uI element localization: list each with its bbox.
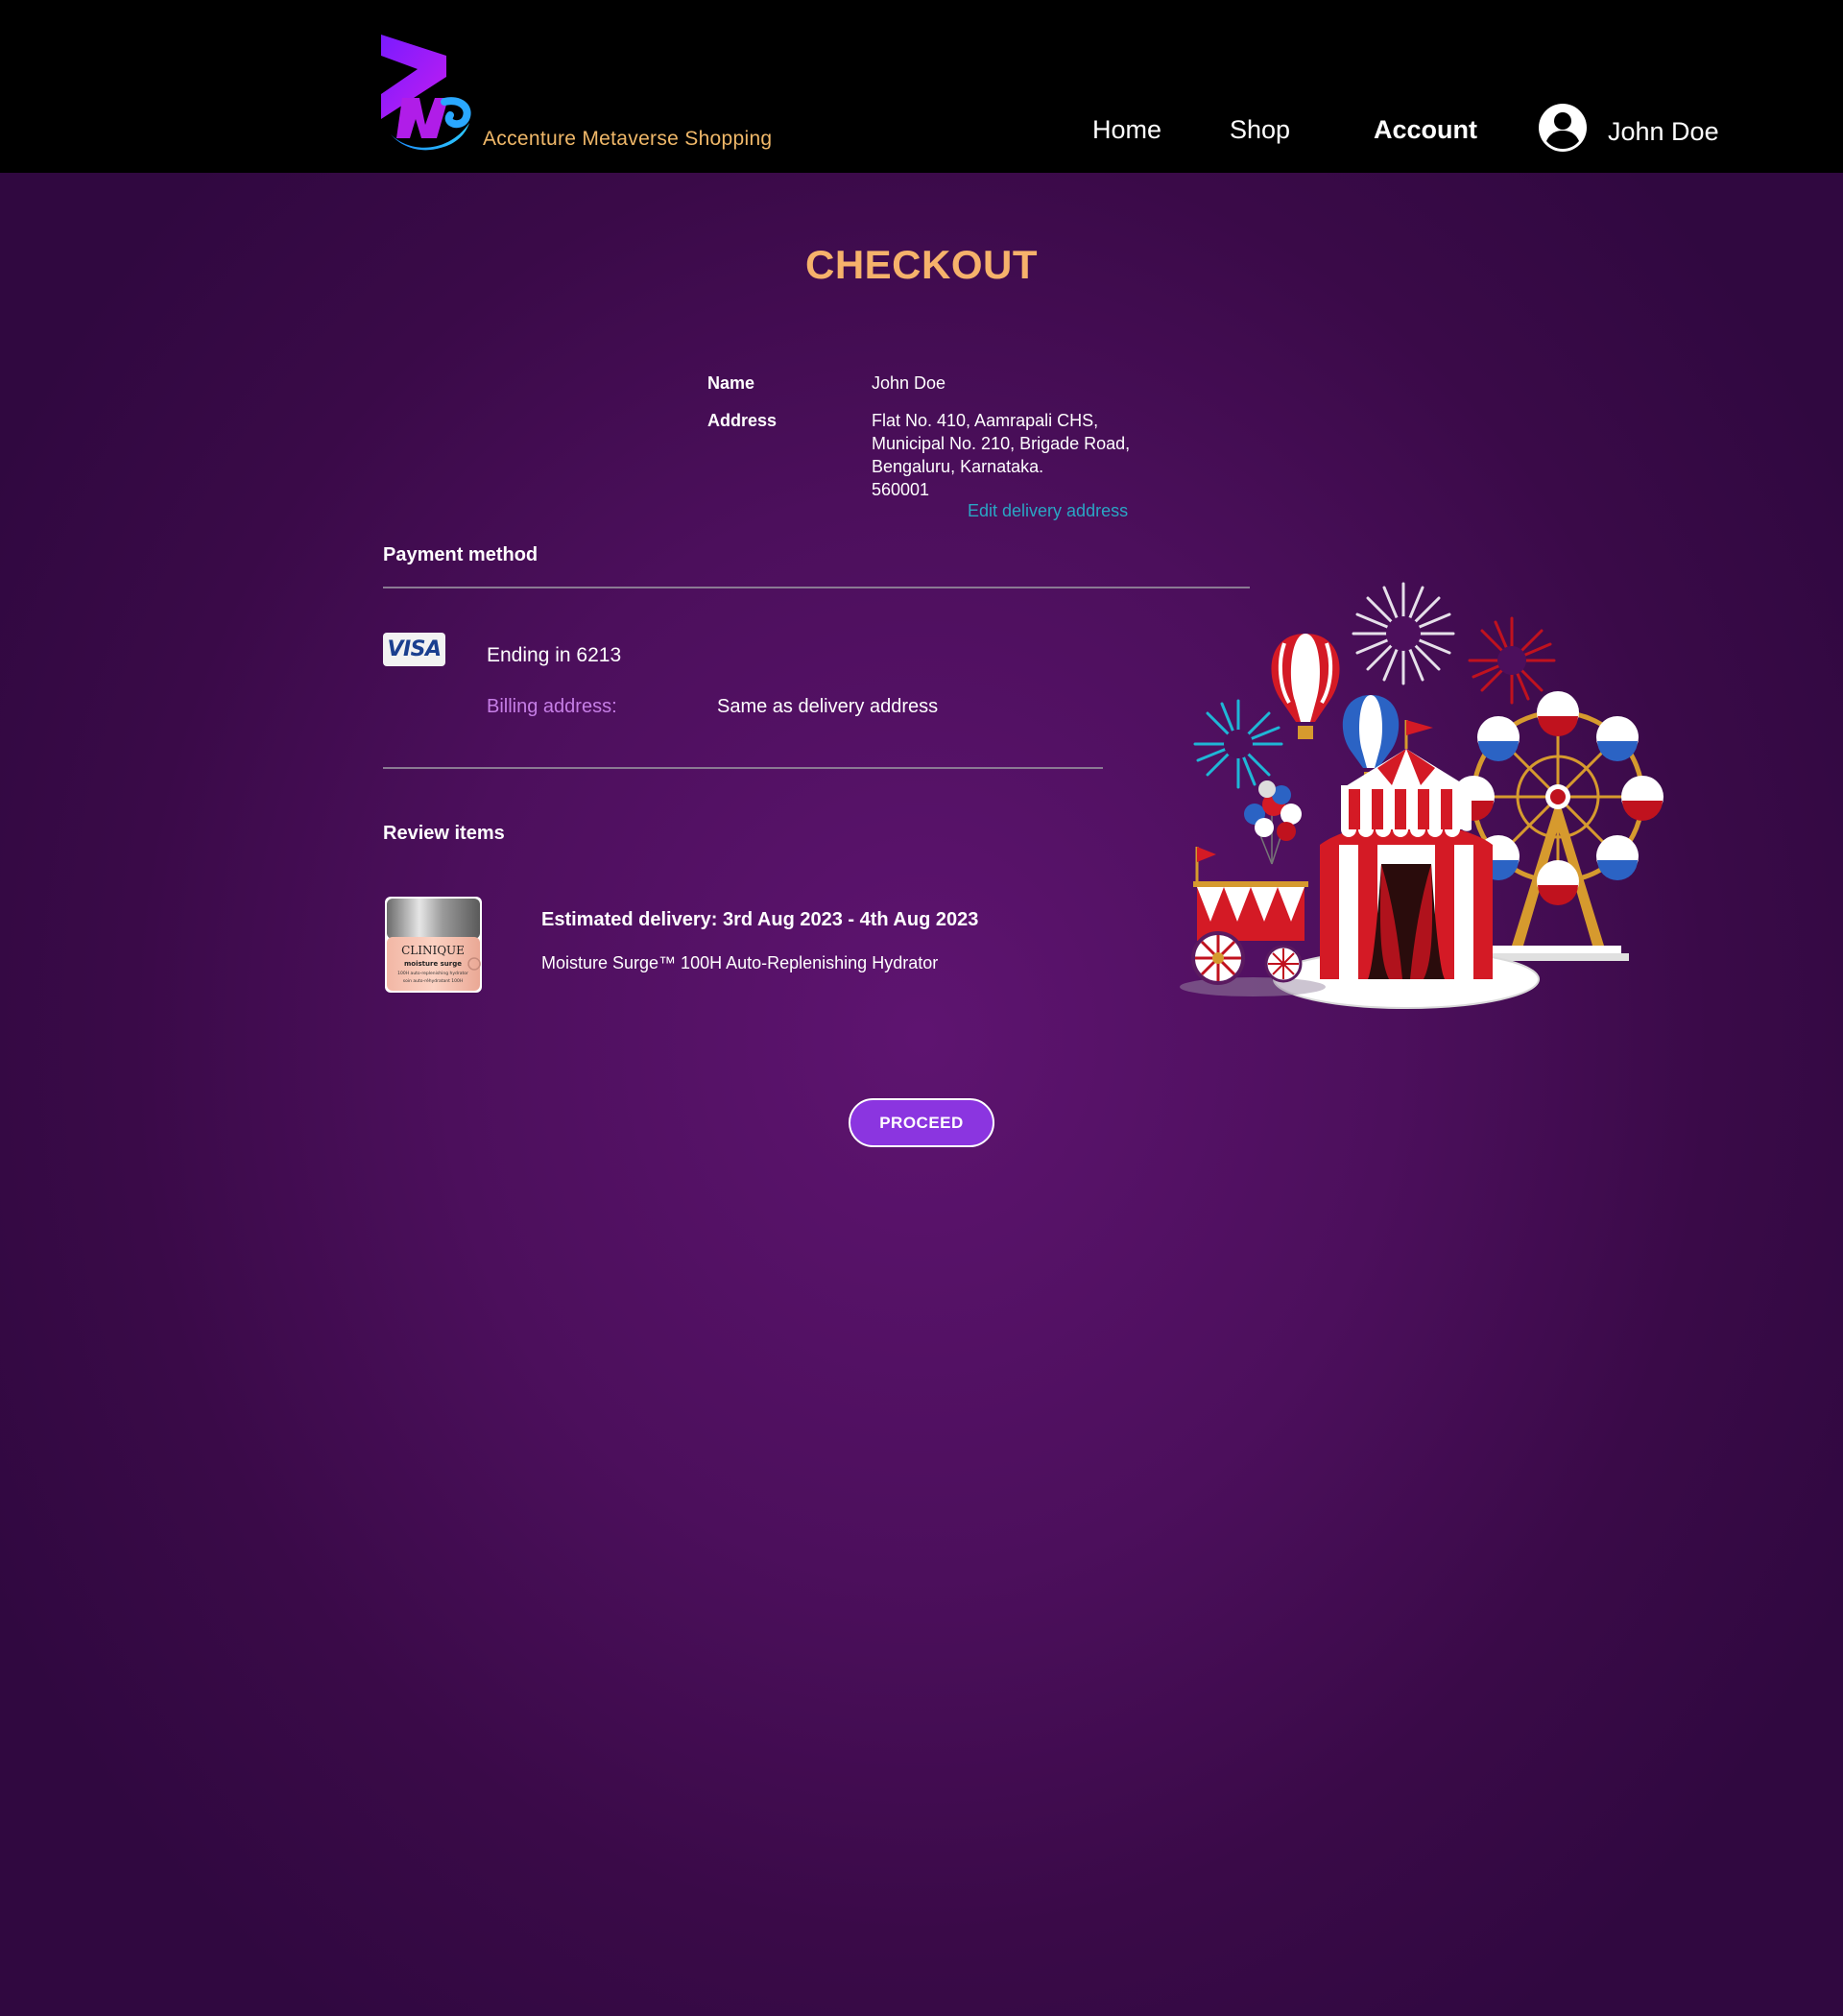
name-label: Name <box>707 373 755 393</box>
ams-logo-icon[interactable] <box>377 31 477 157</box>
balloon-red <box>1271 634 1340 739</box>
address-line: Municipal No. 210, Brigade Road, <box>872 434 1131 453</box>
billing-address-label: Billing address: <box>487 696 617 717</box>
payment-method-title: Payment method <box>383 544 539 565</box>
estimated-delivery: Estimated delivery: 3rd Aug 2023 - 4th A… <box>541 909 979 930</box>
address-line: 560001 <box>872 480 930 499</box>
top-navbar: Accenture Metaverse Shopping Home Shop A… <box>0 0 1843 173</box>
page-title: CHECKOUT <box>805 242 1038 287</box>
brand-name: Accenture Metaverse Shopping <box>483 128 773 150</box>
address-block: Flat No. 410, Aamrapali CHS, Municipal N… <box>872 409 1130 501</box>
divider <box>383 587 1250 588</box>
svg-text:soin auto-réhydratant 100H: soin auto-réhydratant 100H <box>403 977 464 984</box>
divider <box>383 767 1103 769</box>
address-label: Address <box>707 411 778 430</box>
nav-account-link[interactable]: Account <box>1374 115 1477 145</box>
card-ending: Ending in 6213 <box>487 644 622 666</box>
nav-home-link[interactable]: Home <box>1092 115 1161 145</box>
product-jar-image: CLINIQUE moisture surge 100H auto-replen… <box>385 897 482 993</box>
svg-text:100H auto-replenishing hydrato: 100H auto-replenishing hydrator <box>397 971 468 976</box>
visa-card-icon: VISA <box>383 633 445 666</box>
svg-text:moisture surge: moisture surge <box>404 960 462 968</box>
address-line: Flat No. 410, Aamrapali CHS, <box>872 411 1099 430</box>
billing-address-value: Same as delivery address <box>717 696 939 717</box>
proceed-button[interactable]: PROCEED <box>849 1098 994 1147</box>
name-value: John Doe <box>872 373 946 393</box>
user-name[interactable]: John Doe <box>1608 117 1719 147</box>
edit-delivery-address-link[interactable]: Edit delivery address <box>968 501 1128 521</box>
address-line: Bengaluru, Karnataka. <box>872 457 1044 476</box>
carnival-illustration <box>1180 582 1663 1009</box>
svg-text:CLINIQUE: CLINIQUE <box>401 944 465 957</box>
product-name: Moisture Surge™ 100H Auto-Replenishing H… <box>541 953 939 972</box>
user-avatar-icon[interactable] <box>1538 103 1588 153</box>
nav-shop-link[interactable]: Shop <box>1230 115 1290 145</box>
review-items-title: Review items <box>383 823 505 844</box>
